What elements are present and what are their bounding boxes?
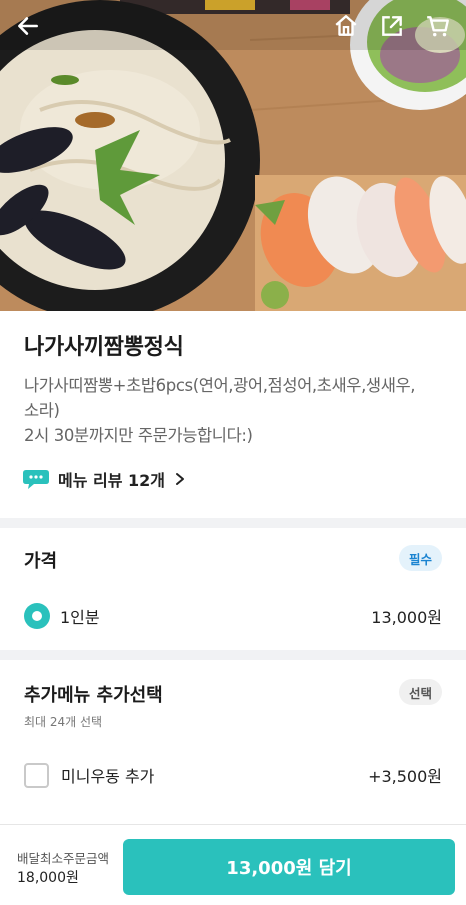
menu-review-link[interactable]: 메뉴 리뷰 12개 <box>22 467 185 491</box>
checkbox-unchecked-icon[interactable] <box>24 762 49 788</box>
cart-button[interactable] <box>420 8 456 44</box>
extra-option-price: +3,500원 <box>368 767 442 786</box>
optional-badge: 선택 <box>398 679 442 705</box>
menu-review-label: 메뉴 리뷰 12개 <box>58 471 166 490</box>
back-button[interactable] <box>10 8 46 44</box>
extra-section-title: 추가메뉴 추가선택 <box>24 685 163 706</box>
bottom-order-bar: 배달최소주문금액 18,000원 13,000원 담기 <box>0 824 466 905</box>
arrow-left-icon <box>18 17 38 35</box>
menu-description-line: 소라) <box>24 401 60 420</box>
section-divider <box>0 650 466 660</box>
menu-photo <box>0 0 466 311</box>
food-photo-illustration <box>0 0 466 311</box>
add-to-cart-button[interactable]: 13,000원 담기 <box>123 839 455 895</box>
extra-option-label: 미니우동 추가 <box>61 767 155 786</box>
menu-description-line: 2시 30분까지만 주문가능합니다:) <box>24 426 253 445</box>
price-option-row[interactable]: 1인분 13,000원 <box>24 601 442 631</box>
menu-description-line: 나가사띠짬뽕+초밥6pcs(연어,광어,점성어,초새우,생새우, <box>24 376 416 395</box>
extra-option-row[interactable]: 미니우동 추가 +3,500원 <box>24 760 442 790</box>
chat-bubble-icon <box>23 470 49 489</box>
min-order-value: 18,000원 <box>17 870 79 886</box>
menu-title: 나가사끼짬뽕정식 <box>24 335 184 360</box>
home-icon <box>335 15 357 36</box>
min-order-label: 배달최소주문금액 <box>17 851 110 866</box>
share-icon <box>382 16 402 36</box>
extra-menu-section: 추가메뉴 추가선택 선택 최대 24개 선택 미니우동 추가 +3,500원 <box>0 660 466 824</box>
price-option-price: 13,000원 <box>371 608 442 627</box>
radio-selected-icon[interactable] <box>24 603 50 629</box>
price-section-title: 가격 <box>24 551 58 572</box>
cart-icon <box>427 16 449 37</box>
extra-section-subtitle: 최대 24개 선택 <box>24 715 103 729</box>
price-section: 가격 필수 1인분 13,000원 <box>0 528 466 650</box>
menu-description: 나가사띠짬뽕+초밥6pcs(연어,광어,점성어,초새우,생새우, 소라) 2시 … <box>24 373 442 448</box>
home-button[interactable] <box>328 8 364 44</box>
price-option-label: 1인분 <box>60 608 100 627</box>
share-button[interactable] <box>374 8 410 44</box>
menu-info: 나가사끼짬뽕정식 나가사띠짬뽕+초밥6pcs(연어,광어,점성어,초새우,생새우… <box>0 311 466 518</box>
section-divider <box>0 518 466 528</box>
chevron-right-icon <box>176 473 185 485</box>
required-badge: 필수 <box>398 545 442 571</box>
